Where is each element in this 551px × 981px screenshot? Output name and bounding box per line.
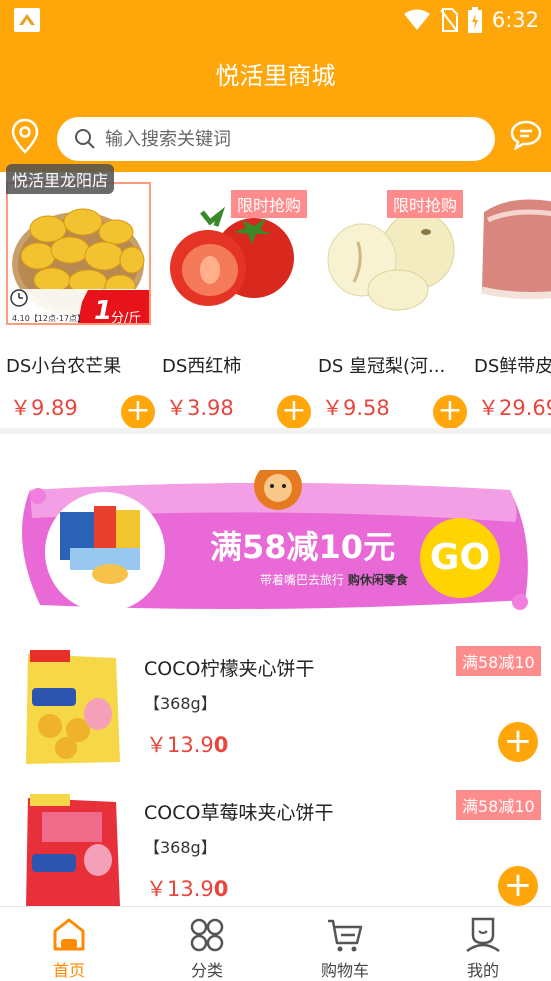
list-item[interactable]: COCO柠檬夹心饼干 【368g】 ￥13.90 满58减10 + (0, 640, 551, 780)
add-to-cart-button[interactable]: + (498, 722, 538, 762)
product-name: DS 皇冠梨(河... (318, 356, 446, 377)
tab-profile[interactable]: 我的 (414, 915, 551, 981)
search-input[interactable] (105, 123, 475, 155)
product-card[interactable]: 4.10【12点-17点】 1 分/斤 DS小台农芒果 ￥9.89 + (6, 182, 156, 428)
sticker-number: 1 (94, 296, 113, 325)
add-to-cart-button[interactable]: + (498, 866, 538, 906)
product-price: ￥9.58 (322, 396, 390, 420)
add-to-cart-button[interactable]: + (277, 395, 311, 428)
promo-tag: 满58减10 (456, 646, 541, 676)
product-card[interactable]: 限时抢购 DS 皇冠梨(河... ￥9.58 + (318, 182, 468, 428)
product-price: ￥29.69 (478, 396, 551, 420)
tab-category[interactable]: 分类 (138, 915, 276, 981)
flash-sale-tag: 限时抢购 (230, 190, 307, 218)
product-image-pork (474, 182, 551, 325)
list-item[interactable]: COCO草莓味夹心饼干 【368g】 ￥13.90 满58减10 + (0, 784, 551, 924)
product-card[interactable]: 限时抢购 DS西红柿 ￥3.98 + (162, 182, 312, 428)
product-name: DS鲜带皮 (474, 356, 551, 377)
product-image-tomato: 限时抢购 (162, 182, 307, 325)
category-grid-icon (190, 918, 224, 952)
search-bar[interactable] (57, 117, 495, 161)
no-sim-icon (440, 8, 458, 32)
sticker-unit: 分/斤 (111, 311, 142, 325)
status-bar: 6:32 (0, 0, 551, 40)
wifi-icon (403, 9, 430, 30)
tab-cart[interactable]: 购物车 (276, 915, 414, 981)
banner-headline: 满58减10元 (210, 528, 396, 566)
flash-sale-tag: 限时抢购 (386, 190, 463, 218)
bottom-tab-bar: 首页 分类 购物车 我的 (0, 906, 551, 981)
product-thumbnail-strawberry-biscuit (26, 794, 120, 908)
store-badge[interactable]: 悦活里龙阳店 (6, 164, 115, 194)
search-icon (75, 129, 95, 149)
item-spec: 【368g】 (144, 694, 217, 713)
product-card[interactable]: DS鲜带皮 ￥29.69 (474, 182, 551, 422)
tab-home[interactable]: 首页 (0, 915, 138, 981)
sticker-date: 4.10【12点-17点】 (12, 314, 86, 323)
app-notification-icon (14, 8, 40, 32)
shopping-cart-icon (328, 919, 363, 952)
item-name: COCO草莓味夹心饼干 (144, 802, 334, 824)
item-price: ￥13.90 (146, 733, 229, 757)
product-price: ￥3.98 (166, 396, 234, 420)
item-price: ￥13.90 (146, 877, 229, 901)
message-icon[interactable] (510, 120, 542, 150)
home-icon (53, 918, 85, 951)
product-price: ￥9.89 (10, 396, 78, 420)
add-to-cart-button[interactable]: + (433, 395, 467, 428)
banner-subtitle: 带着嘴巴去旅行 购休闲零食 (260, 573, 408, 587)
product-image-mango: 4.10【12点-17点】 1 分/斤 (6, 182, 151, 325)
section-divider (0, 428, 551, 434)
profile-icon (466, 917, 500, 953)
item-spec: 【368g】 (144, 838, 217, 857)
promo-tag: 满58减10 (456, 790, 541, 820)
status-time: 6:32 (491, 8, 539, 32)
product-image-pear: 限时抢购 (318, 182, 463, 325)
promo-banner[interactable]: 满58减10元 带着嘴巴去旅行 购休闲零食 GO (10, 470, 540, 620)
flash-products-row: 4.10【12点-17点】 1 分/斤 DS小台农芒果 ￥9.89 + 限时抢购… (0, 172, 551, 428)
product-name: DS小台农芒果 (6, 356, 122, 377)
header: 悦活里商城 (0, 40, 551, 172)
product-thumbnail-lemon-biscuit (26, 650, 120, 764)
banner-go-button[interactable]: GO (420, 518, 500, 598)
battery-icon (467, 7, 482, 33)
product-name: DS西红柿 (162, 356, 242, 377)
location-pin-icon[interactable] (10, 118, 40, 154)
add-to-cart-button[interactable]: + (121, 395, 155, 428)
item-name: COCO柠檬夹心饼干 (144, 658, 315, 680)
page-title: 悦活里商城 (215, 62, 336, 90)
